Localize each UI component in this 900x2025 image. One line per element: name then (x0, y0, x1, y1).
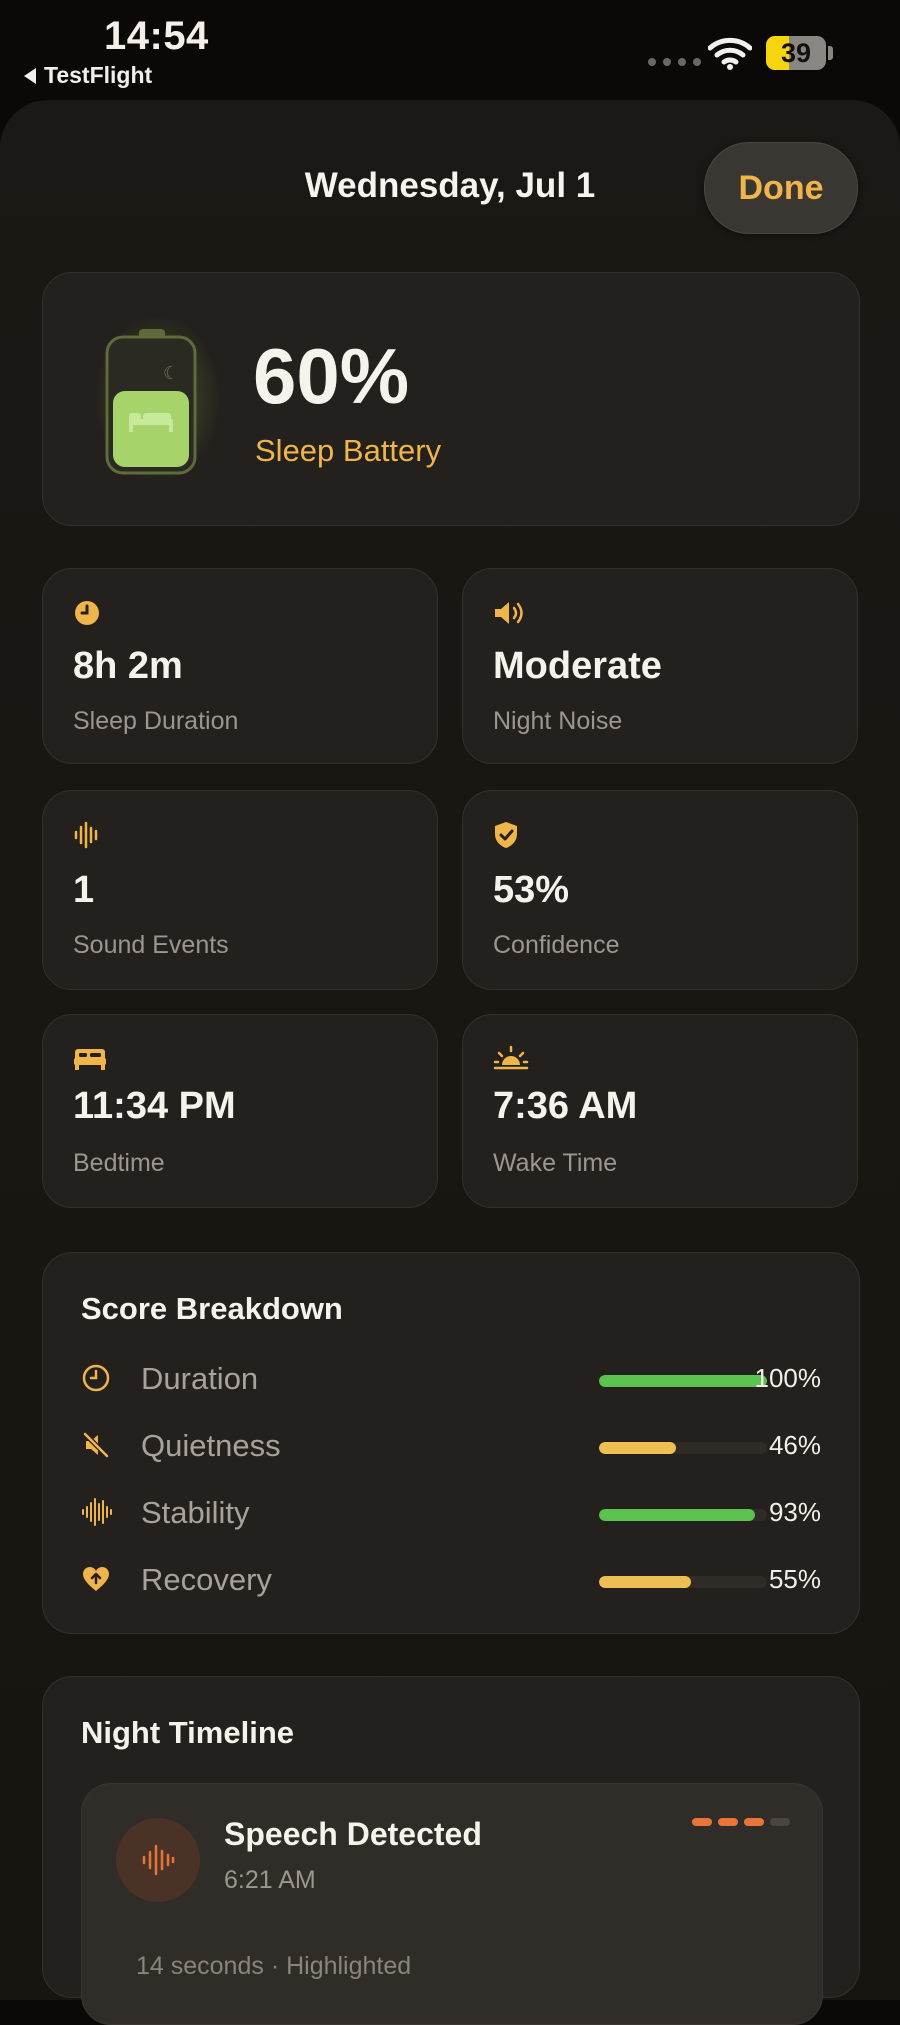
score-progress-track (599, 1442, 767, 1454)
stat-label: Confidence (493, 931, 620, 959)
battery-indicator: 39 (766, 36, 826, 70)
stat-card-sound-events: 1 Sound Events (42, 790, 438, 990)
score-row-percent: 46% (768, 1430, 821, 1460)
stat-label: Night Noise (493, 707, 623, 735)
score-progress-track (599, 1375, 767, 1387)
bed-icon (74, 1049, 106, 1070)
score-breakdown-card: Score Breakdown Duration 100% Quietness … (42, 1252, 860, 1634)
event-title: Speech Detected (224, 1816, 482, 1852)
status-time: 14:54 (104, 14, 209, 58)
score-progress-bar (599, 1442, 677, 1454)
stat-label: Wake Time (493, 1149, 618, 1177)
sunrise-icon (493, 1045, 529, 1070)
stat-label: Sound Events (73, 931, 229, 959)
score-row-percent: 93% (768, 1497, 821, 1527)
sleep-battery-icon: ☾ (105, 329, 197, 475)
stat-value: 11:34 PM (73, 1085, 236, 1127)
night-timeline-card: Night Timeline Speech Detected 6:21 AM 1… (42, 1676, 860, 2025)
score-progress-track (599, 1509, 767, 1521)
score-row-percent: 100% (754, 1363, 822, 1393)
clock-icon (82, 1364, 110, 1392)
stat-value: 53% (493, 869, 570, 911)
back-triangle-icon (24, 67, 36, 84)
clock-icon (75, 601, 99, 625)
severity-segment (744, 1818, 764, 1826)
score-progress-track (599, 1576, 767, 1588)
score-row-stability: Stability 93% (81, 1493, 821, 1537)
shield-check-icon (495, 822, 517, 848)
status-bar: 14:54 TestFlight 39 (0, 0, 900, 100)
muted-speaker-icon (83, 1432, 109, 1458)
wifi-icon (708, 37, 752, 70)
event-icon-circle (116, 1818, 200, 1902)
battery-percent: 39 (780, 38, 812, 68)
heart-arrow-icon (83, 1567, 109, 1591)
event-severity-indicator (692, 1818, 790, 1826)
speaker-icon (495, 602, 523, 624)
back-label: TestFlight (44, 62, 153, 88)
event-note: 14 seconds · Highlighted (136, 1952, 412, 1980)
stat-value: Moderate (493, 645, 662, 687)
stat-value: 7:36 AM (493, 1085, 638, 1127)
score-row-quietness: Quietness 46% (81, 1426, 821, 1470)
event-time: 6:21 AM (224, 1866, 316, 1894)
sleep-battery-label: Sleep Battery (255, 433, 442, 468)
score-progress-bar (599, 1509, 756, 1521)
stat-value: 1 (73, 869, 95, 911)
severity-segment (770, 1818, 790, 1826)
waveform-icon (74, 821, 98, 849)
stat-card-bedtime: 11:34 PM Bedtime (42, 1014, 438, 1208)
timeline-event[interactable]: Speech Detected 6:21 AM 14 seconds · Hig… (81, 1783, 823, 2025)
severity-segment (692, 1818, 712, 1826)
stat-card-confidence: 53% Confidence (462, 790, 858, 990)
stat-label: Sleep Duration (73, 707, 239, 735)
score-row-name: Recovery (141, 1562, 272, 1597)
waveform-icon (142, 1844, 175, 1876)
cellular-signal-icon (648, 58, 701, 66)
severity-segment (718, 1818, 738, 1826)
score-row-name: Duration (141, 1361, 259, 1396)
svg-text:☾: ☾ (163, 363, 179, 384)
score-row-percent: 55% (768, 1564, 821, 1594)
section-title: Score Breakdown (81, 1291, 343, 1326)
sleep-battery-card: ☾ 60% Sleep Battery (42, 272, 860, 526)
score-progress-bar (599, 1375, 767, 1387)
battery-tip (828, 46, 833, 60)
score-row-duration: Duration 100% (81, 1359, 821, 1403)
done-button[interactable]: Done (704, 142, 858, 234)
section-title: Night Timeline (81, 1715, 295, 1750)
score-row-recovery: Recovery 55% (81, 1560, 821, 1604)
stat-card-wake-time: 7:36 AM Wake Time (462, 1014, 858, 1208)
stat-label: Bedtime (73, 1149, 165, 1177)
sleep-battery-percent: 60% (253, 332, 410, 420)
score-row-name: Stability (141, 1495, 250, 1530)
stat-card-night-noise: Moderate Night Noise (462, 568, 858, 764)
score-row-name: Quietness (141, 1428, 281, 1463)
stat-value: 8h 2m (73, 645, 183, 687)
back-to-testflight-button[interactable]: TestFlight (24, 62, 152, 89)
score-progress-bar (599, 1576, 692, 1588)
stat-card-sleep-duration: 8h 2m Sleep Duration (42, 568, 438, 764)
waveform-icon (82, 1498, 112, 1526)
